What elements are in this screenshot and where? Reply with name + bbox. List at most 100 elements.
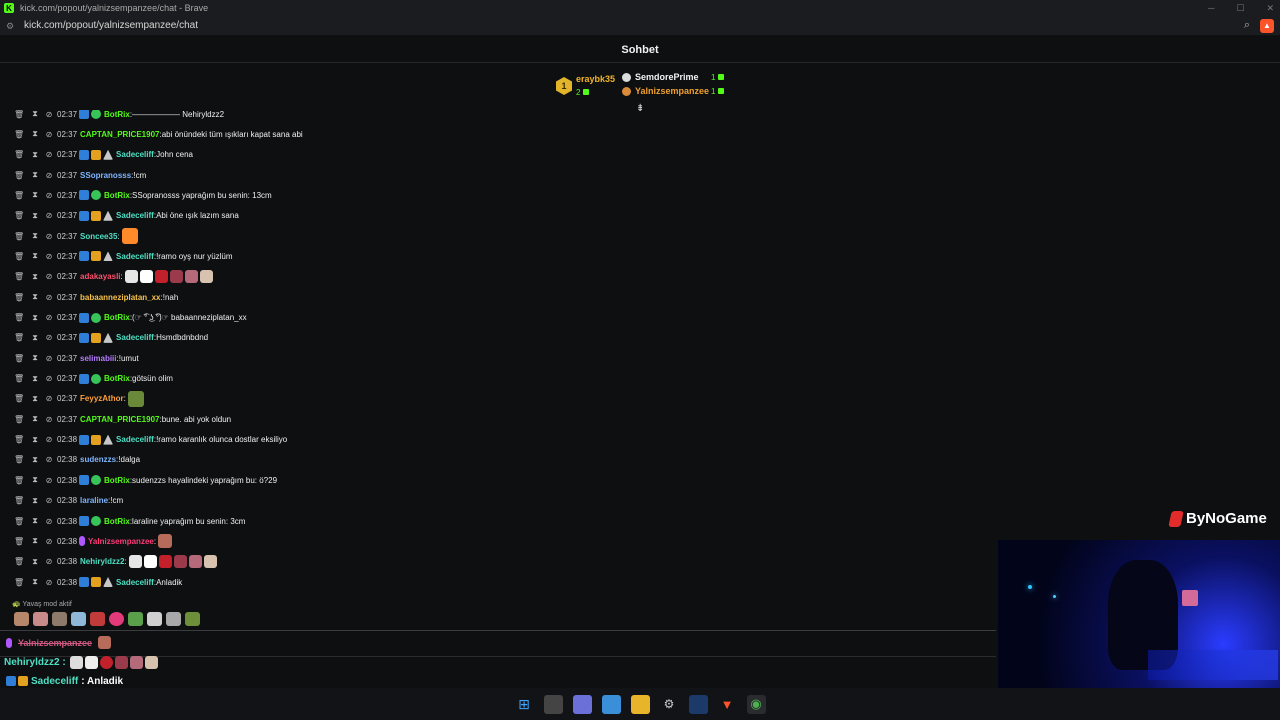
- timeout-icon[interactable]: ⧗: [30, 333, 40, 343]
- timeout-icon[interactable]: ⧗: [30, 557, 40, 567]
- message-username[interactable]: adakayasli: [80, 272, 120, 281]
- ban-user-icon[interactable]: ⊘: [44, 171, 54, 180]
- delete-message-icon[interactable]: 🗑: [14, 110, 24, 119]
- ban-user-icon[interactable]: ⊘: [44, 252, 54, 261]
- timeout-icon[interactable]: ⧗: [30, 496, 40, 506]
- task-view-icon[interactable]: [543, 694, 563, 714]
- message-username[interactable]: Sadeceliff: [116, 333, 154, 342]
- message-username[interactable]: CAPTAN_PRICE1907: [80, 130, 159, 139]
- leaderboard-user[interactable]: Yalnizsempanzee: [635, 86, 711, 96]
- ban-user-icon[interactable]: ⊘: [44, 517, 54, 526]
- timeout-icon[interactable]: ⧗: [30, 516, 40, 526]
- timeout-icon[interactable]: ⧗: [30, 536, 40, 546]
- timeout-icon[interactable]: ⧗: [30, 150, 40, 160]
- ban-user-icon[interactable]: ⊘: [44, 578, 54, 587]
- message-username[interactable]: CAPTAN_PRICE1907: [80, 415, 159, 424]
- ban-user-icon[interactable]: ⊘: [44, 191, 54, 200]
- delete-message-icon[interactable]: 🗑: [14, 191, 24, 200]
- ban-user-icon[interactable]: ⊘: [44, 110, 54, 119]
- minimize-icon[interactable]: ─: [1208, 3, 1214, 13]
- steam-icon[interactable]: [688, 694, 708, 714]
- ban-user-icon[interactable]: ⊘: [44, 130, 54, 139]
- message-username[interactable]: Sadeceliff: [116, 435, 154, 444]
- brave-shields-icon[interactable]: ▲: [1260, 18, 1274, 33]
- maximize-icon[interactable]: ☐: [1236, 3, 1244, 14]
- timeout-icon[interactable]: ⧗: [30, 313, 40, 323]
- message-username[interactable]: FeyyzAthor: [80, 394, 124, 403]
- ban-user-icon[interactable]: ⊘: [44, 394, 54, 403]
- message-username[interactable]: Yalnizsempanzee: [88, 537, 154, 546]
- timeout-icon[interactable]: ⧗: [30, 251, 40, 261]
- delete-message-icon[interactable]: 🗑: [14, 252, 24, 261]
- ban-user-icon[interactable]: ⊘: [44, 354, 54, 363]
- message-username[interactable]: SSopranosss: [80, 171, 131, 180]
- ban-user-icon[interactable]: ⊘: [44, 476, 54, 485]
- address-bar[interactable]: ⚙ kick.com/popout/yalnizsempanzee/chat ⌕…: [0, 16, 1280, 36]
- delete-message-icon[interactable]: 🗑: [14, 415, 24, 424]
- timeout-icon[interactable]: ⧗: [30, 475, 40, 485]
- delete-message-icon[interactable]: 🗑: [14, 557, 24, 566]
- emote-icon[interactable]: [147, 612, 162, 626]
- emote-icon[interactable]: [109, 612, 124, 626]
- message-username[interactable]: selimabiii: [80, 354, 116, 363]
- snipping-tool-icon[interactable]: [572, 694, 592, 714]
- delete-message-icon[interactable]: 🗑: [14, 354, 24, 363]
- message-username[interactable]: sudenzzs: [80, 455, 116, 464]
- brave-icon[interactable]: ▼: [718, 695, 737, 714]
- zoom-icon[interactable]: ⌕: [1244, 19, 1250, 32]
- delete-message-icon[interactable]: 🗑: [14, 435, 24, 444]
- timeout-icon[interactable]: ⧗: [30, 110, 40, 119]
- delete-message-icon[interactable]: 🗑: [14, 333, 24, 342]
- emote-icon[interactable]: [52, 612, 67, 626]
- message-username[interactable]: Nehiryldzz2: [80, 557, 124, 566]
- file-explorer-icon[interactable]: [630, 694, 650, 714]
- delete-message-icon[interactable]: 🗑: [14, 171, 24, 180]
- message-username[interactable]: laraline: [80, 496, 108, 505]
- site-settings-icon[interactable]: ⚙: [6, 21, 16, 31]
- timeout-icon[interactable]: ⧗: [30, 292, 40, 302]
- message-username[interactable]: Sadeceliff: [116, 252, 154, 261]
- ban-user-icon[interactable]: ⊘: [44, 272, 54, 281]
- message-username[interactable]: BotRix: [104, 110, 130, 119]
- delete-message-icon[interactable]: 🗑: [14, 476, 24, 485]
- chrome-icon[interactable]: ◉: [746, 694, 766, 714]
- message-username[interactable]: BotRix: [104, 517, 130, 526]
- emote-icon[interactable]: [71, 612, 86, 626]
- timeout-icon[interactable]: ⧗: [30, 129, 40, 139]
- delete-message-icon[interactable]: 🗑: [14, 130, 24, 139]
- message-username[interactable]: babaanneziplatan_xx: [80, 293, 160, 302]
- timeout-icon[interactable]: ⧗: [30, 435, 40, 445]
- ban-user-icon[interactable]: ⊘: [44, 333, 54, 342]
- emote-icon[interactable]: [185, 612, 200, 626]
- emote-icon[interactable]: [33, 612, 48, 626]
- ban-user-icon[interactable]: ⊘: [44, 150, 54, 159]
- emote-icon[interactable]: [128, 612, 143, 626]
- delete-message-icon[interactable]: 🗑: [14, 517, 24, 526]
- leaderboard-first-user[interactable]: eraybk35: [576, 74, 615, 85]
- ms-store-icon[interactable]: [601, 694, 621, 714]
- timeout-icon[interactable]: ⧗: [30, 170, 40, 180]
- delete-message-icon[interactable]: 🗑: [14, 232, 24, 241]
- timeout-icon[interactable]: ⧗: [30, 394, 40, 404]
- settings-icon[interactable]: ⚙: [660, 695, 679, 714]
- windows-start-icon[interactable]: ⊞: [515, 695, 534, 714]
- delete-message-icon[interactable]: 🗑: [14, 150, 24, 159]
- timeout-icon[interactable]: ⧗: [30, 577, 40, 587]
- ban-user-icon[interactable]: ⊘: [44, 455, 54, 464]
- timeout-icon[interactable]: ⧗: [30, 231, 40, 241]
- timeout-icon[interactable]: ⧗: [30, 353, 40, 363]
- ban-user-icon[interactable]: ⊘: [44, 293, 54, 302]
- emote-icon[interactable]: [90, 612, 105, 626]
- delete-message-icon[interactable]: 🗑: [14, 537, 24, 546]
- emote-icon[interactable]: [166, 612, 181, 626]
- message-username[interactable]: Sadeceliff: [116, 578, 154, 587]
- timeout-icon[interactable]: ⧗: [30, 455, 40, 465]
- emote-icon[interactable]: [14, 612, 29, 626]
- message-username[interactable]: Sadeceliff: [116, 211, 154, 220]
- delete-message-icon[interactable]: 🗑: [14, 394, 24, 403]
- delete-message-icon[interactable]: 🗑: [14, 293, 24, 302]
- delete-message-icon[interactable]: 🗑: [14, 496, 24, 505]
- delete-message-icon[interactable]: 🗑: [14, 211, 24, 220]
- message-username[interactable]: BotRix: [104, 374, 130, 383]
- message-username[interactable]: BotRix: [104, 313, 130, 322]
